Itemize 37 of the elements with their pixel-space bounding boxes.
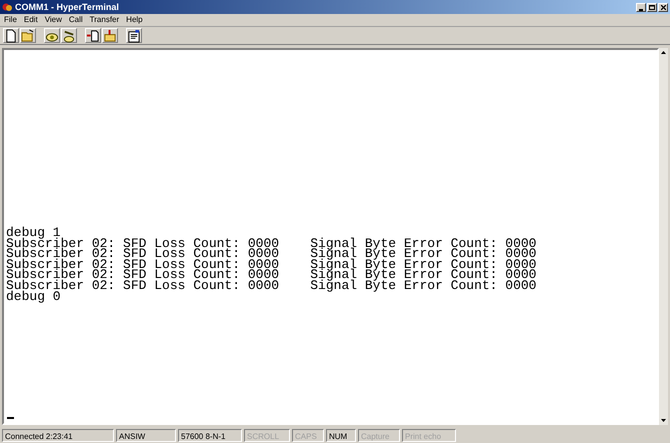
properties-icon [127,28,141,42]
toolbar-button[interactable] [85,28,101,43]
status-panel: ANSIW [116,428,176,442]
folder-icon [21,28,35,42]
terminal-line: Subscriber 02: SFD Loss Count: 0000 Signal Byte Error Count: 0000 [6,249,538,260]
close-icon [660,4,666,10]
send-file-icon [86,28,100,42]
terminal-line: Subscriber 02: SFD Loss Count: 0000 Signal Byte Error Count: 0000 [6,270,538,281]
vertical-scrollbar[interactable] [659,48,668,425]
menu-item[interactable]: Call [68,16,83,24]
receive-file-icon [103,28,117,42]
terminal-line: debug 1 [6,228,61,239]
status-panel: NUM [326,428,356,442]
menu-item[interactable]: Edit [24,16,38,24]
menu-item[interactable]: View [44,16,62,24]
status-panel: 57600 8-N-1 [178,428,242,442]
terminal-line: debug 0 [6,292,61,302]
toolbar-button[interactable] [126,28,142,43]
window-title: COMM1 - HyperTerminal [15,2,119,12]
menu-item[interactable]: Transfer [90,16,120,24]
terminal-line: Subscriber 02: SFD Loss Count: 0000 Signal Byte Error Count: 0000 [6,280,538,292]
menu-item[interactable]: Help [126,16,143,24]
toolbar-button[interactable] [3,28,19,43]
maximize-icon [649,4,655,10]
text-cursor [7,417,14,419]
telephone-icon [62,28,76,42]
toolbar-button[interactable] [61,28,77,43]
maximize-button[interactable] [647,2,657,12]
toolbar-button[interactable] [44,28,60,43]
toolbar-button[interactable] [102,28,118,43]
status-panel: Connected 2:23:41 [2,428,114,442]
new-file-icon [4,28,18,42]
minimize-button[interactable] [636,2,646,12]
close-button[interactable] [658,2,668,12]
menu-item[interactable]: File [4,16,17,24]
minimize-icon [639,8,643,10]
app-icon [2,2,13,12]
